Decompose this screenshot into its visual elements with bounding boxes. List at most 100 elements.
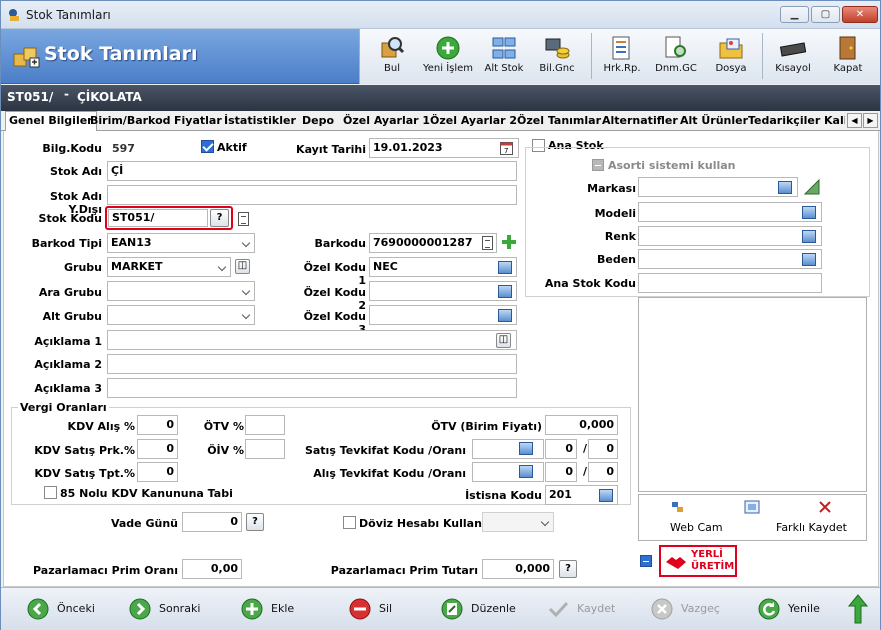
tab-istatistikler[interactable]: İstatistikler — [221, 113, 299, 131]
tab-tedarikciler[interactable]: Tedarikçiler — [745, 113, 823, 131]
modeli-input[interactable] — [638, 202, 822, 222]
alt-grubu-select[interactable] — [107, 305, 255, 325]
aciklama1-input[interactable] — [107, 330, 517, 350]
yenile-button[interactable]: Yenile — [758, 598, 824, 622]
yeni-islem-button[interactable]: Yeni İşlem — [420, 31, 476, 81]
grubu-select[interactable]: MARKET — [107, 257, 231, 277]
webcam-label[interactable]: Web Cam — [670, 521, 723, 534]
doviz-checkbox[interactable] — [343, 516, 356, 529]
aciklama1-detail-icon[interactable]: ◫ — [496, 333, 511, 348]
tab-alt-urunler[interactable]: Alt Ürünler — [677, 113, 751, 131]
aciklama3-input[interactable] — [107, 378, 517, 398]
sonraki-button[interactable]: Sonraki — [129, 598, 203, 622]
expand-corner-icon[interactable] — [804, 179, 820, 195]
ekle-button[interactable]: Ekle — [241, 598, 301, 622]
bil-gnc-button[interactable]: Bil.Gnc — [534, 31, 580, 81]
renk-input[interactable] — [638, 226, 822, 246]
alt-stok-button[interactable]: Alt Stok — [481, 31, 527, 81]
alis-tevkifat-picker-icon[interactable] — [519, 465, 533, 478]
aktif-checkbox[interactable] — [201, 140, 214, 153]
barkod-tipi-select[interactable]: EAN13 — [107, 233, 255, 253]
arrow-up-icon[interactable] — [848, 594, 868, 624]
maximize-button[interactable]: ▢ — [811, 6, 840, 23]
prim-tutari-input[interactable]: 0,000 — [482, 559, 554, 579]
kapat-button[interactable]: Kapat — [826, 31, 870, 81]
asorti-collapse-icon[interactable] — [592, 159, 604, 171]
calendar-icon[interactable]: 7 — [500, 141, 513, 155]
close-button[interactable]: ✕ — [842, 6, 878, 23]
tab-depo[interactable]: Depo — [299, 113, 337, 131]
satis-tevkifat-code-input[interactable] — [472, 439, 544, 459]
aciklama2-input[interactable] — [107, 354, 517, 374]
barkodu-input[interactable]: 7690000001287 — [369, 233, 497, 253]
tab-ozel-tanimlar[interactable]: Özel Tanımlar — [514, 113, 604, 131]
onceki-button[interactable]: Önceki — [27, 598, 97, 622]
ozel-kodu1-input[interactable]: NEC — [369, 257, 517, 277]
kdv-alis-input[interactable]: 0 — [137, 415, 178, 435]
stok-kodu-document-icon[interactable] — [238, 212, 249, 226]
renk-picker-icon[interactable] — [802, 230, 816, 243]
farkli-kaydet-label[interactable]: Farklı Kaydet — [776, 521, 847, 534]
image-box[interactable] — [638, 297, 867, 492]
otv-input[interactable] — [245, 415, 285, 435]
kaydet-button[interactable]: Kaydet — [547, 598, 617, 622]
tab-birim-barkod[interactable]: Birim/Barkod — [87, 113, 174, 131]
vade-gunu-input[interactable]: 0 — [182, 512, 242, 532]
kdv-satis-prk-input[interactable]: 0 — [137, 439, 178, 459]
ozel-kodu2-input[interactable] — [369, 281, 517, 301]
grubu-detail-icon[interactable]: ◫ — [235, 259, 250, 274]
kanun85-checkbox[interactable] — [44, 486, 57, 499]
beden-input[interactable] — [638, 249, 822, 269]
tab-genel-bilgiler[interactable]: Genel Bilgiler — [5, 111, 97, 132]
tab-ozel-ayarlar-2[interactable]: Özel Ayarlar 2 — [427, 113, 520, 131]
barkodu-document-icon[interactable] — [482, 236, 493, 250]
alis-tevkifat-a-input[interactable]: 0 — [545, 462, 577, 482]
add-barcode-icon[interactable] — [501, 234, 517, 250]
bul-button[interactable]: Bul — [370, 31, 414, 81]
tab-ozel-ayarlar-1[interactable]: Özel Ayarlar 1 — [340, 113, 433, 131]
tab-alternatifler[interactable]: Alternatifler — [599, 113, 681, 131]
markasi-input[interactable] — [638, 177, 798, 197]
ana-stok-kodu-input[interactable] — [638, 273, 822, 293]
stok-adi-input[interactable]: Çİ — [107, 161, 517, 181]
vade-help-button[interactable]: ? — [246, 513, 264, 531]
alis-tevkifat-code-input[interactable] — [472, 462, 544, 482]
dnm-gc-button[interactable]: Dnm.GC — [652, 31, 700, 81]
kdv-satis-tpt-input[interactable]: 0 — [137, 462, 178, 482]
vazgec-button[interactable]: Vazgeç — [651, 598, 721, 622]
delete-image-icon[interactable] — [818, 500, 832, 514]
kayit-tarihi-input[interactable]: 19.01.2023 — [369, 138, 519, 158]
badge-collapse-icon[interactable] — [640, 555, 652, 567]
dosya-button[interactable]: Dosya — [709, 31, 753, 81]
ara-grubu-select[interactable] — [107, 281, 255, 301]
satis-tevkifat-b-input[interactable]: 0 — [588, 439, 618, 459]
istisna-picker-icon[interactable] — [599, 489, 613, 502]
stok-adi-ydisi-input[interactable] — [107, 185, 517, 205]
sil-button[interactable]: Sil — [349, 598, 399, 622]
kisayol-button[interactable]: Kısayol — [769, 31, 817, 81]
oiv-input[interactable] — [245, 439, 285, 459]
minimize-button[interactable]: ▁ — [780, 6, 809, 23]
stok-kodu-help-button[interactable]: ? — [210, 209, 229, 227]
satis-tevkifat-picker-icon[interactable] — [519, 442, 533, 455]
save-image-icon[interactable] — [744, 500, 760, 514]
tab-scroll-right-icon[interactable]: ▶ — [863, 113, 878, 128]
webcam-icon[interactable] — [670, 500, 686, 514]
alis-tevkifat-b-input[interactable]: 0 — [588, 462, 618, 482]
ozel-kodu3-input[interactable] — [369, 305, 517, 325]
tab-kali[interactable]: Kali — [821, 113, 845, 131]
ozel-kodu2-picker-icon[interactable] — [498, 285, 512, 298]
tab-scroll-left-icon[interactable]: ◀ — [847, 113, 862, 128]
prim-help-button[interactable]: ? — [559, 560, 577, 578]
satis-tevkifat-a-input[interactable]: 0 — [545, 439, 577, 459]
beden-picker-icon[interactable] — [802, 253, 816, 266]
tab-fiyatlar[interactable]: Fiyatlar — [171, 113, 225, 131]
hrk-rp-button[interactable]: Hrk.Rp. — [598, 31, 646, 81]
stok-kodu-input[interactable]: ST051/ — [108, 209, 208, 227]
ozel-kodu1-picker-icon[interactable] — [498, 261, 512, 274]
doviz-select[interactable] — [482, 512, 554, 532]
prim-orani-input[interactable]: 0,00 — [182, 559, 242, 579]
ozel-kodu3-picker-icon[interactable] — [498, 309, 512, 322]
modeli-picker-icon[interactable] — [802, 206, 816, 219]
duzenle-button[interactable]: Düzenle — [441, 598, 521, 622]
